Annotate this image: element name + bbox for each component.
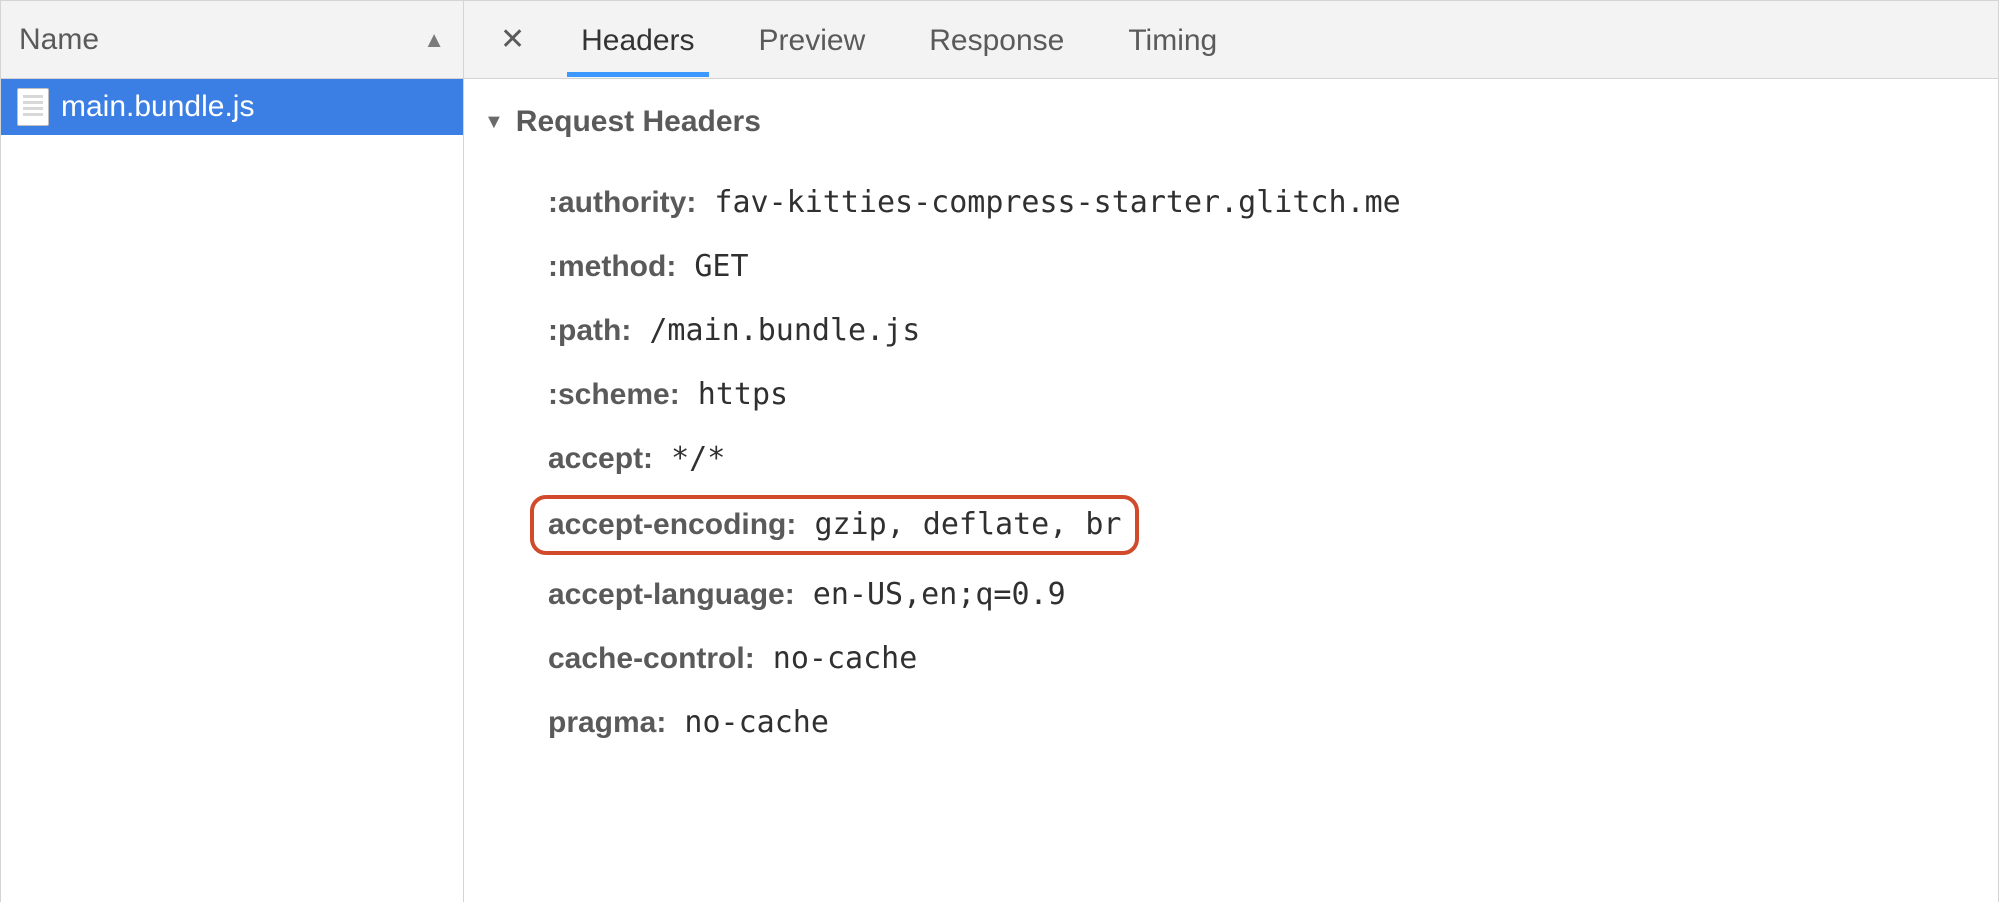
tab-response[interactable]: Response [915, 4, 1078, 76]
tab-headers[interactable]: Headers [567, 4, 708, 76]
request-file-name: main.bundle.js [61, 90, 254, 124]
column-name-label: Name [19, 23, 99, 57]
header-name: :path: [548, 313, 631, 349]
tab-timing[interactable]: Timing [1114, 4, 1231, 76]
header-value: https [680, 377, 788, 413]
header-value: /main.bundle.js [631, 313, 920, 349]
header-row: accept-language: en-US,en;q=0.9 [548, 567, 1978, 623]
header-name: pragma: [548, 705, 666, 741]
request-file-list: main.bundle.js [1, 79, 463, 902]
header-value: GET [676, 249, 748, 285]
tab-preview[interactable]: Preview [745, 4, 880, 76]
file-icon [17, 88, 49, 126]
header-row-highlighted: accept-encoding: gzip, deflate, br [530, 495, 1139, 555]
header-name: :scheme: [548, 377, 680, 413]
network-requests-sidebar: Name ▲ main.bundle.js [1, 1, 464, 902]
header-value: fav-kitties-compress-starter.glitch.me [696, 185, 1400, 221]
header-value: */* [653, 441, 725, 477]
detail-body: ▼ Request Headers :authority: fav-kittie… [464, 79, 1998, 902]
detail-tabs-bar: ✕ Headers Preview Response Timing [464, 1, 1998, 79]
header-name: accept-language: [548, 577, 795, 613]
sidebar-column-header[interactable]: Name ▲ [1, 1, 463, 79]
header-name: accept: [548, 441, 653, 477]
header-row: :scheme: https [548, 367, 1978, 423]
header-row: pragma: no-cache [548, 695, 1978, 751]
request-headers-section-toggle[interactable]: ▼ Request Headers [484, 105, 1978, 139]
header-value: no-cache [755, 641, 918, 677]
request-headers-list: :authority: fav-kitties-compress-starter… [484, 175, 1978, 751]
header-name: :authority: [548, 185, 696, 221]
header-value: gzip, deflate, br [796, 507, 1121, 543]
header-row: :method: GET [548, 239, 1978, 295]
header-row: cache-control: no-cache [548, 631, 1978, 687]
header-name: :method: [548, 249, 676, 285]
request-row[interactable]: main.bundle.js [1, 79, 463, 135]
header-row: :authority: fav-kitties-compress-starter… [548, 175, 1978, 231]
request-detail-panel: ✕ Headers Preview Response Timing ▼ Requ… [464, 1, 1998, 902]
header-name: cache-control: [548, 641, 755, 677]
disclosure-triangle-down-icon: ▼ [484, 111, 504, 134]
header-row: accept: */* [548, 431, 1978, 487]
close-icon[interactable]: ✕ [494, 18, 531, 61]
devtools-network-panel: Name ▲ main.bundle.js ✕ Headers Preview … [0, 0, 1999, 902]
header-value: en-US,en;q=0.9 [795, 577, 1066, 613]
sort-ascending-icon: ▲ [423, 27, 445, 53]
header-row: :path: /main.bundle.js [548, 303, 1978, 359]
header-name: accept-encoding: [548, 507, 796, 543]
section-title: Request Headers [516, 105, 761, 139]
header-value: no-cache [666, 705, 829, 741]
